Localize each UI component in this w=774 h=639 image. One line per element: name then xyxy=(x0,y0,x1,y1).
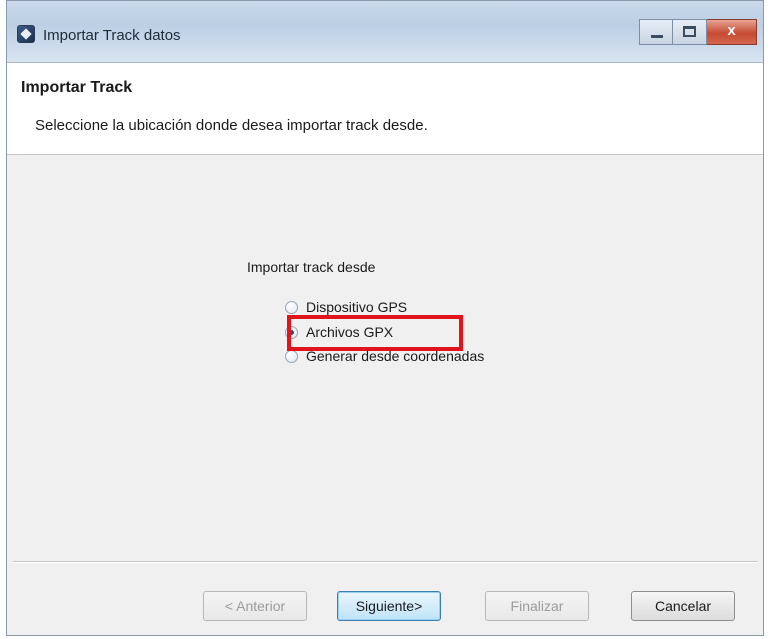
footer-divider xyxy=(13,561,758,563)
back-button[interactable]: < Anterior xyxy=(203,591,307,621)
option-dispositivo-gps[interactable]: Dispositivo GPS xyxy=(285,297,407,317)
import-source-label: Importar track desde xyxy=(247,259,376,275)
highlight-annotation-box xyxy=(287,315,463,351)
wizard-header: Importar Track Seleccione la ubicación d… xyxy=(7,63,763,155)
next-button[interactable]: Siguiente> xyxy=(337,591,441,621)
minimize-icon xyxy=(651,35,663,38)
close-button[interactable]: x xyxy=(707,19,757,45)
close-icon: x xyxy=(727,22,736,39)
option-label: Dispositivo GPS xyxy=(306,299,408,315)
title-bar[interactable]: Importar Track datos x xyxy=(7,1,763,63)
app-icon xyxy=(17,25,35,43)
import-track-dialog: Importar Track datos x Importar Track Se… xyxy=(6,0,764,636)
finish-button[interactable]: Finalizar xyxy=(485,591,589,621)
minimize-button[interactable] xyxy=(639,19,673,45)
page-title: Importar Track xyxy=(21,79,133,96)
window-title: Importar Track datos xyxy=(43,27,181,44)
window-controls: x xyxy=(639,19,757,45)
cancel-button[interactable]: Cancelar xyxy=(631,591,735,621)
radio-icon[interactable] xyxy=(285,349,298,363)
maximize-button[interactable] xyxy=(673,19,707,45)
maximize-icon xyxy=(683,26,696,37)
page-description: Seleccione la ubicación donde desea impo… xyxy=(35,117,428,134)
radio-icon[interactable] xyxy=(285,300,298,314)
